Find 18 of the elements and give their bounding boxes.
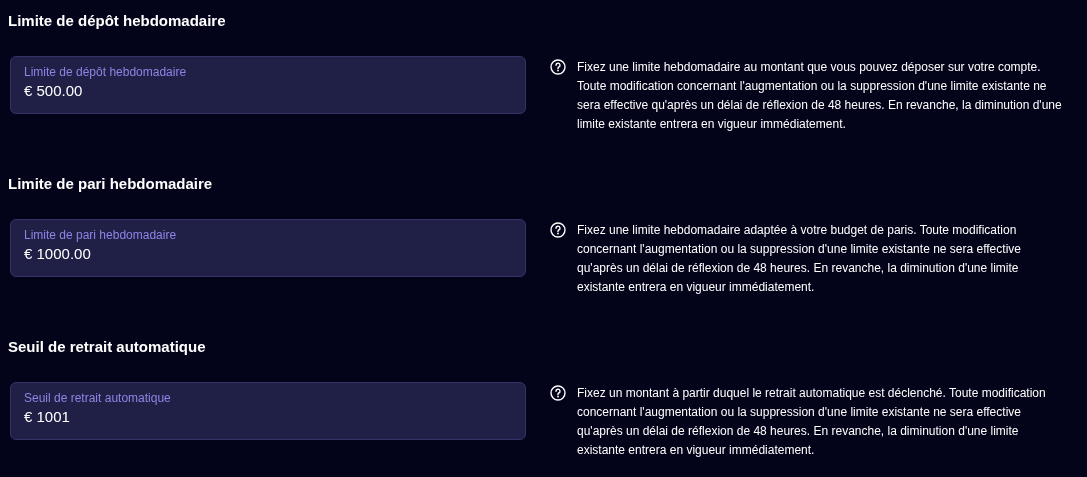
section-heading: Limite de pari hebdomadaire xyxy=(8,174,214,194)
field-value: € 1000.00 xyxy=(24,244,92,264)
help-icon xyxy=(550,385,566,401)
help-text: Fixez une limite hebdomadaire au montant que vous pouvez déposer sur votre compte. Toute modification concernant l'augmentation ou la suppression d'une limite existante ne sera effective qu'après un délai de réflexion de 48 heures. En revanche, la diminution d'une limite existante entrera en vigueur immédiatement. xyxy=(577,59,1063,133)
input-field[interactable]: Seuil de retrait automatique € 1001 xyxy=(10,382,526,440)
field-label: Seuil de retrait automatique xyxy=(24,390,172,406)
section-heading: Limite de dépôt hebdomadaire xyxy=(8,11,227,31)
help-icon xyxy=(550,222,566,238)
help-text: Fixez une limite hebdomadaire adaptée à votre budget de paris. Toute modification concernant l'augmentation ou la suppression d'une limite existante ne sera effective qu'après un délai de réflexion de 48 heures. En revanche, la diminution d'une limite existante entrera en vigueur immédiatement. xyxy=(577,222,1022,296)
field-label: Limite de dépôt hebdomadaire xyxy=(24,64,188,80)
input-field[interactable]: Limite de pari hebdomadaire € 1000.00 xyxy=(10,219,526,277)
section-heading: Seuil de retrait automatique xyxy=(8,337,207,357)
help-icon xyxy=(550,59,566,75)
field-value: € 1001 xyxy=(24,407,71,427)
field-value: € 500.00 xyxy=(24,81,84,101)
help-text: Fixez un montant à partir duquel le retrait automatique est déclenché. Toute modification concernant l'augmentation ou la suppression d'une limite existante ne sera effective qu'après un délai de réflexion de 48 heures. En revanche, la diminution d'une limite existante entrera en vigueur immédiatement. xyxy=(577,385,1047,459)
field-label: Limite de pari hebdomadaire xyxy=(24,227,178,243)
input-field[interactable]: Limite de dépôt hebdomadaire € 500.00 xyxy=(10,56,526,114)
